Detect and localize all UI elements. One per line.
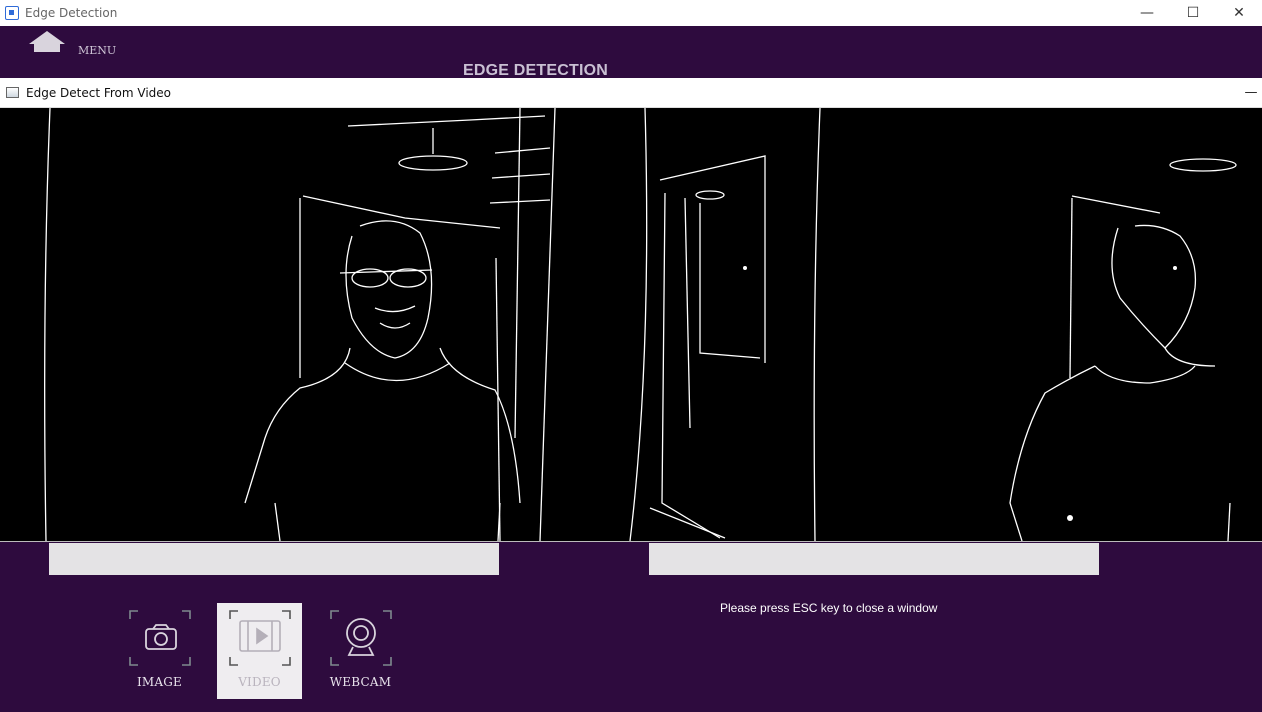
video-window-title: Edge Detect From Video bbox=[26, 85, 172, 100]
video-minimize-button[interactable]: — bbox=[1240, 85, 1262, 100]
close-button[interactable]: ✕ bbox=[1216, 0, 1262, 26]
window-icon bbox=[6, 87, 19, 98]
menu-label[interactable]: MENU bbox=[78, 44, 116, 57]
video-icon bbox=[228, 610, 291, 666]
window-controls: — ☐ ✕ bbox=[1124, 0, 1262, 26]
left-panel-slot bbox=[49, 543, 499, 575]
maximize-button[interactable]: ☐ bbox=[1170, 0, 1216, 26]
webcam-mode-button[interactable]: WEBCAM bbox=[318, 603, 403, 699]
esc-hint: Please press ESC key to close a window bbox=[720, 601, 938, 615]
main-titlebar: Edge Detection — ☐ ✕ bbox=[0, 0, 1262, 26]
webcam-icon bbox=[329, 610, 392, 666]
image-mode-button[interactable]: IMAGE bbox=[117, 603, 202, 699]
edge-detection-output bbox=[44, 108, 1237, 541]
right-panel-slot bbox=[649, 543, 1099, 575]
camera-icon bbox=[128, 610, 191, 666]
app-icon bbox=[5, 6, 19, 20]
video-window: Edge Detect From Video — bbox=[0, 78, 1262, 542]
webcam-mode-label: WEBCAM bbox=[329, 675, 392, 689]
video-mode-label: VIDEO bbox=[238, 675, 281, 689]
home-icon[interactable] bbox=[28, 30, 66, 52]
image-mode-label: IMAGE bbox=[136, 675, 183, 689]
app-header bbox=[0, 26, 1262, 78]
video-window-titlebar: Edge Detect From Video — bbox=[0, 78, 1262, 108]
video-mode-button[interactable]: VIDEO bbox=[217, 603, 302, 699]
minimize-button[interactable]: — bbox=[1124, 0, 1170, 26]
window-title: Edge Detection bbox=[25, 6, 118, 20]
edge-video-frame bbox=[0, 108, 1262, 541]
